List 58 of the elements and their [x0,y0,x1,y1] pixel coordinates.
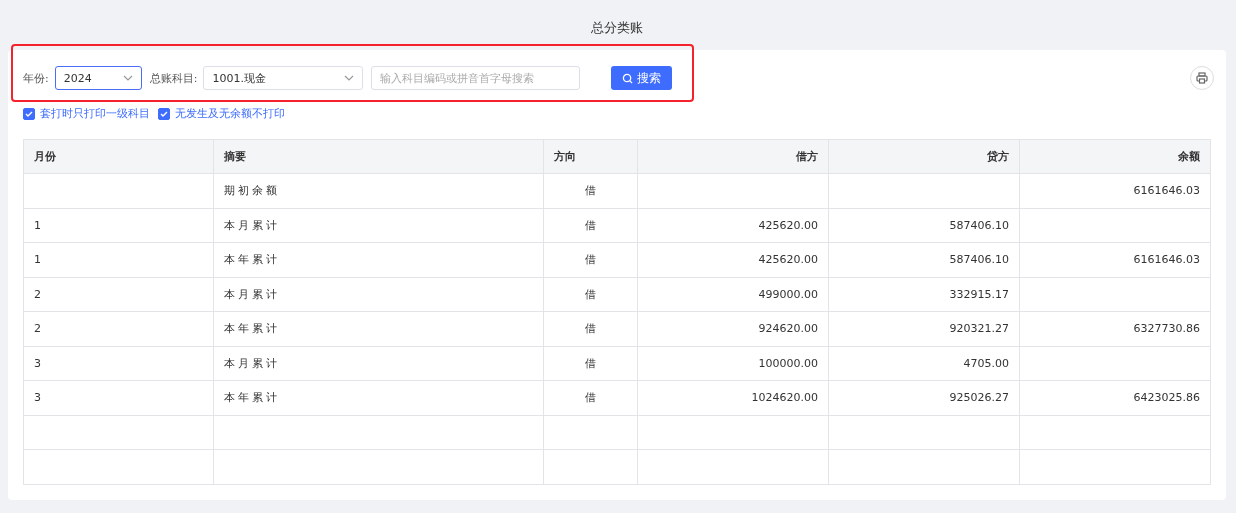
table-cell: 499000.00 [637,277,829,312]
search-button[interactable]: 搜索 [611,66,673,90]
table-cell: 2 [23,311,214,346]
table-cell: 925026.27 [828,380,1020,415]
table-cell: 6161646.03 [1019,173,1211,208]
column-header: 月份 [23,139,214,174]
column-header: 余额 [1019,139,1211,174]
table-cell: 本月累计 [213,208,544,243]
table-cell: 6423025.86 [1019,380,1211,415]
table-cell: 借 [543,208,638,243]
column-header: 方向 [543,139,638,174]
chevron-icon [344,75,355,81]
table-cell: 920321.27 [828,311,1020,346]
table-cell: 1 [23,208,214,243]
subject-select[interactable]: 1001.现金 [203,66,364,90]
checkbox[interactable] [158,107,170,120]
year-label: 年份: [23,70,49,86]
table-cell: 1 [23,242,214,277]
search-field[interactable]: 输入科目编码或拼音首字母搜索 [371,66,581,90]
table-cell: 借 [543,173,638,208]
table-cell: 本年累计 [213,311,544,346]
column-header: 摘要 [213,139,544,174]
print-button[interactable] [1190,66,1214,90]
checkbox[interactable] [23,107,35,120]
printer-icon [1196,72,1208,84]
chevron-icon [122,75,133,81]
table-cell: 6161646.03 [1019,242,1211,277]
table-cell: 6327730.86 [1019,311,1211,346]
table-cell: 期初余额 [213,173,544,208]
table-cell: 借 [543,277,638,312]
table-cell: 2 [23,277,214,312]
year-select[interactable]: 2024 [54,66,142,90]
table-cell: 3 [23,346,214,381]
table-cell: 借 [543,380,638,415]
table-cell: 4705.00 [828,346,1020,381]
table-cell: 924620.00 [637,311,829,346]
table-cell: 587406.10 [828,242,1020,277]
table-cell: 100000.00 [637,346,829,381]
table-cell: 本月累计 [213,346,544,381]
checkbox-option[interactable]: 套打时只打印一级科目 [23,106,150,121]
table-cell: 借 [543,311,638,346]
table-cell: 587406.10 [828,208,1020,243]
table-cell: 3 [23,380,214,415]
checkbox-option[interactable]: 无发生及无余额不打印 [158,106,285,121]
table-cell: 本年累计 [213,380,544,415]
table-cell: 借 [543,346,638,381]
table-cell: 本年累计 [213,242,544,277]
subject-label: 总账科目: [149,70,198,86]
table-cell: 332915.17 [828,277,1020,312]
table-cell: 425620.00 [637,208,829,243]
table-cell: 借 [543,242,638,277]
search-icon [622,72,634,84]
page-title: 总分类账 [590,19,644,37]
column-header: 借方 [637,139,829,174]
column-header: 贷方 [828,139,1020,174]
table-cell: 425620.00 [637,242,829,277]
table-cell: 1024620.00 [637,380,829,415]
table-cell: 本月累计 [213,277,544,312]
